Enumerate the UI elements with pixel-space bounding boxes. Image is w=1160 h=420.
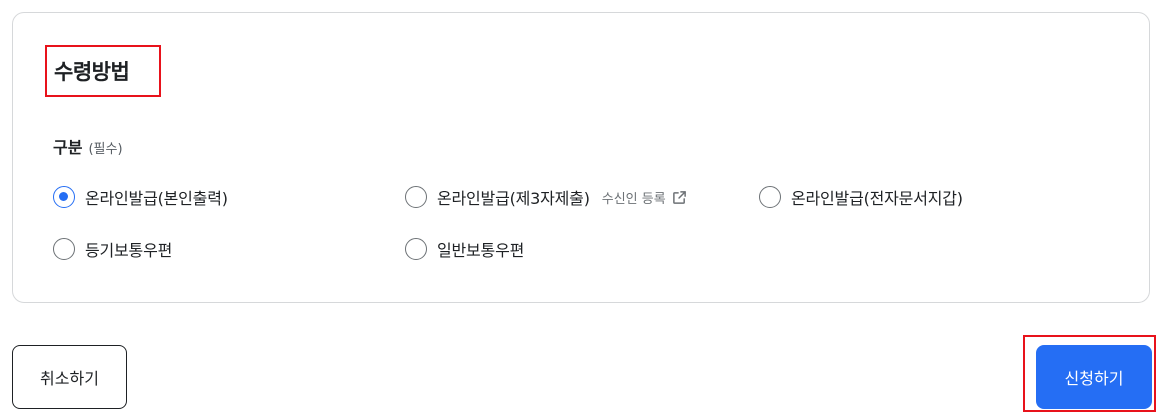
radio-label: 등기보통우편 (85, 241, 173, 260)
cancel-button-label: 취소하기 (40, 369, 99, 388)
required-indicator: (필수) (88, 142, 123, 157)
field-label: 구분 (필수) (53, 134, 123, 158)
external-link-icon (672, 190, 686, 204)
section-title: 수령방법 (45, 45, 161, 97)
section-title-text: 수령방법 (54, 60, 130, 84)
radio-regular-mail[interactable]: 일반보통우편 (405, 236, 524, 262)
apply-button[interactable]: 신청하기 (1036, 345, 1152, 409)
radio-registered-mail[interactable]: 등기보통우편 (53, 236, 172, 262)
radio-unchecked-icon (759, 186, 781, 208)
register-recipient-link[interactable]: 수신인 등록 (602, 188, 687, 207)
radio-label: 온라인발급(본인출력) (85, 189, 228, 208)
radio-checked-icon (53, 186, 75, 208)
radio-unchecked-icon (53, 238, 75, 260)
radio-label: 일반보통우편 (437, 241, 525, 260)
radio-online-digital-wallet[interactable]: 온라인발급(전자문서지갑) (759, 184, 963, 210)
receipt-method-card (12, 12, 1150, 303)
radio-unchecked-icon (405, 238, 427, 260)
radio-label: 온라인발급(제3자제출) (437, 189, 590, 208)
radio-online-third-party[interactable]: 온라인발급(제3자제출) 수신인 등록 (405, 184, 687, 210)
register-recipient-link-text: 수신인 등록 (601, 191, 666, 207)
apply-button-label: 신청하기 (1064, 369, 1124, 388)
field-label-text: 구분 (53, 138, 83, 157)
cancel-button[interactable]: 취소하기 (12, 345, 127, 409)
radio-label: 온라인발급(전자문서지갑) (791, 189, 963, 208)
radio-unchecked-icon (405, 186, 427, 208)
radio-online-self-print[interactable]: 온라인발급(본인출력) (53, 184, 228, 210)
